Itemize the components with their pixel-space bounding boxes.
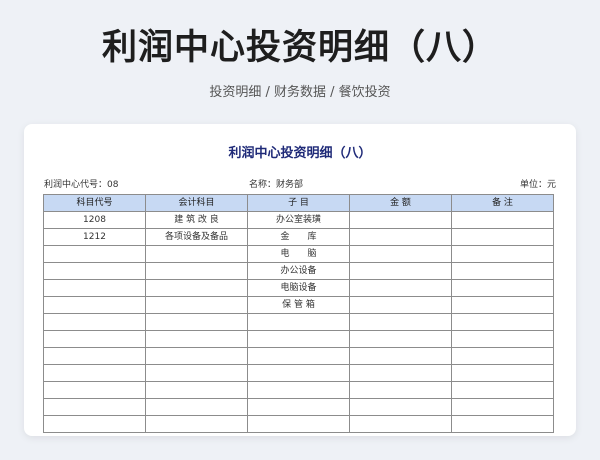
sub-item-cell: 电脑设备	[247, 279, 350, 297]
table-row: 电 脑	[43, 245, 554, 263]
account-code-cell	[43, 347, 146, 365]
table-row	[43, 415, 554, 433]
table-row	[43, 381, 554, 399]
account-code-cell	[43, 381, 146, 399]
table-row	[43, 330, 554, 348]
department-name: 名称：财务部	[249, 180, 304, 190]
amount-cell	[349, 330, 452, 348]
amount-cell	[349, 398, 452, 416]
sub-item-cell	[247, 415, 350, 433]
amount-cell	[349, 262, 452, 280]
profit-center-code: 利润中心代号：08	[44, 180, 119, 190]
column-header-account-subject: 会计科目	[145, 194, 248, 212]
account-subject-cell	[145, 296, 248, 314]
account-subject-cell	[145, 245, 248, 263]
remarks-cell	[451, 398, 554, 416]
account-code-cell	[43, 398, 146, 416]
account-subject-cell	[145, 262, 248, 280]
sub-item-cell	[247, 364, 350, 382]
account-code-cell	[43, 313, 146, 331]
table-row	[43, 364, 554, 382]
account-code-cell	[43, 262, 146, 280]
account-subject-cell	[145, 330, 248, 348]
table-row	[43, 313, 554, 331]
page-title: 利润中心投资明细（八）	[101, 28, 498, 68]
remarks-cell	[451, 262, 554, 280]
remarks-cell	[451, 415, 554, 433]
amount-cell	[349, 364, 452, 382]
sub-item-cell	[247, 381, 350, 399]
page-subtitle: 投资明细 / 财务数据 / 餐饮投资	[209, 85, 391, 100]
document-card: 利润中心投资明细（八） 利润中心代号：08 名称：财务部 单位：元 科目代号 会…	[24, 124, 576, 436]
remarks-cell	[451, 381, 554, 399]
account-code-cell	[43, 330, 146, 348]
amount-cell	[349, 245, 452, 263]
account-code-cell	[43, 364, 146, 382]
remarks-cell	[451, 279, 554, 297]
column-header-remarks: 备 注	[451, 194, 554, 212]
sub-item-cell	[247, 347, 350, 365]
sub-item-cell: 保 管 箱	[247, 296, 350, 314]
investment-table: 科目代号 会计科目 子 目 金 额 备 注 1208 建 筑 改 良办公室装璜 12…	[43, 194, 554, 433]
amount-cell	[349, 347, 452, 365]
amount-cell	[349, 381, 452, 399]
account-code-cell: 1212	[43, 228, 146, 246]
remarks-cell	[451, 347, 554, 365]
table-row: 电脑设备	[43, 279, 554, 297]
sub-item-cell: 办公室装璜	[247, 211, 350, 229]
account-code-cell: 1208	[43, 211, 146, 229]
table-row	[43, 398, 554, 416]
remarks-cell	[451, 296, 554, 314]
table-row: 1212 各项设备及备品金 库	[43, 228, 554, 246]
table-row: 1208 建 筑 改 良办公室装璜	[43, 211, 554, 229]
account-subject-cell	[145, 279, 248, 297]
remarks-cell	[451, 245, 554, 263]
remarks-cell	[451, 211, 554, 229]
amount-cell	[349, 228, 452, 246]
remarks-cell	[451, 313, 554, 331]
account-subject-cell	[145, 313, 248, 331]
sub-item-cell: 金 库	[247, 228, 350, 246]
amount-cell	[349, 211, 452, 229]
account-subject-cell	[145, 381, 248, 399]
account-code-cell	[43, 279, 146, 297]
table-row	[43, 347, 554, 365]
column-header-account-code: 科目代号	[43, 194, 146, 212]
sub-item-cell: 办公设备	[247, 262, 350, 280]
unit-label: 单位：元	[519, 180, 556, 190]
remarks-cell	[451, 228, 554, 246]
sub-item-cell	[247, 313, 350, 331]
sub-item-cell: 电 脑	[247, 245, 350, 263]
account-subject-cell: 建 筑 改 良	[145, 211, 248, 229]
account-code-cell	[43, 245, 146, 263]
amount-cell	[349, 313, 452, 331]
account-subject-cell	[145, 347, 248, 365]
table-header-row: 科目代号 会计科目 子 目 金 额 备 注	[43, 194, 554, 212]
sub-item-cell	[247, 330, 350, 348]
amount-cell	[349, 279, 452, 297]
remarks-cell	[451, 364, 554, 382]
sub-item-cell	[247, 398, 350, 416]
account-subject-cell	[145, 415, 248, 433]
column-header-sub-item: 子 目	[247, 194, 350, 212]
account-subject-cell	[145, 398, 248, 416]
account-code-cell	[43, 296, 146, 314]
amount-cell	[349, 415, 452, 433]
table-row: 保 管 箱	[43, 296, 554, 314]
remarks-cell	[451, 330, 554, 348]
table-row: 办公设备	[43, 262, 554, 280]
account-code-cell	[43, 415, 146, 433]
amount-cell	[349, 296, 452, 314]
sheet-title: 利润中心投资明细（八）	[228, 146, 372, 161]
column-header-amount: 金 额	[349, 194, 452, 212]
account-subject-cell	[145, 364, 248, 382]
account-subject-cell: 各项设备及备品	[145, 228, 248, 246]
